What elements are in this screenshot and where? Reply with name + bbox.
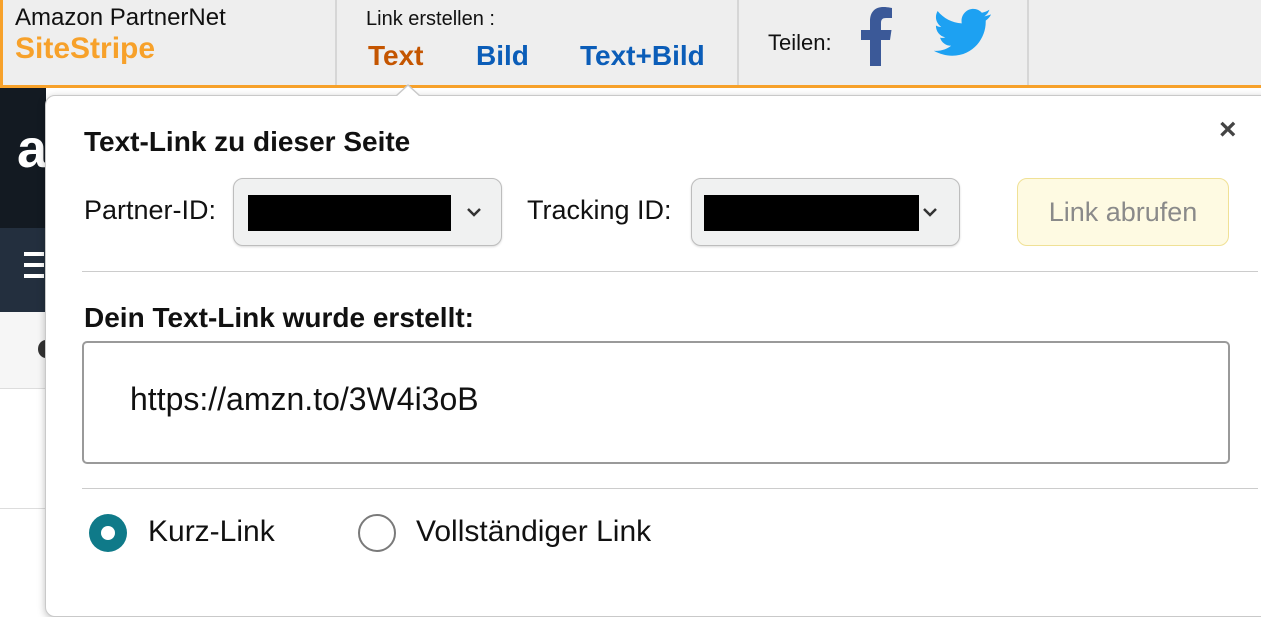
divider bbox=[82, 271, 1258, 272]
get-link-button[interactable]: Link abrufen bbox=[1017, 178, 1229, 246]
share-label: Teilen: bbox=[768, 30, 832, 55]
close-icon[interactable]: × bbox=[1219, 115, 1237, 145]
divider bbox=[335, 0, 337, 85]
divider bbox=[1027, 0, 1029, 85]
create-link-label: Link erstellen : bbox=[366, 8, 495, 30]
partner-id-select[interactable] bbox=[233, 178, 502, 246]
result-heading: Dein Text-Link wurde erstellt: bbox=[84, 302, 474, 333]
short-link-label[interactable]: Kurz-Link bbox=[148, 515, 275, 549]
amazon-logo[interactable]: a bbox=[17, 118, 47, 180]
sitestripe-bar: Amazon PartnerNet SiteStripe Link erstel… bbox=[0, 0, 1261, 88]
redacted-value bbox=[248, 195, 451, 231]
tab-text[interactable]: Text bbox=[368, 40, 424, 72]
divider bbox=[737, 0, 739, 85]
generated-link-textbox[interactable]: https://amzn.to/3W4i3oB bbox=[82, 341, 1230, 464]
stripe-accent-border bbox=[0, 0, 3, 88]
chevron-down-icon bbox=[467, 208, 481, 217]
tracking-id-label: Tracking ID: bbox=[527, 195, 672, 225]
short-link-radio[interactable] bbox=[89, 514, 127, 552]
partner-id-label: Partner-ID: bbox=[84, 195, 217, 225]
redacted-value bbox=[704, 195, 919, 231]
popover-title: Text-Link zu dieser Seite bbox=[84, 126, 411, 157]
tab-text-image[interactable]: Text+Bild bbox=[580, 40, 705, 72]
sitestripe-brand: Amazon PartnerNet SiteStripe bbox=[15, 4, 226, 66]
tracking-id-select[interactable] bbox=[691, 178, 960, 246]
facebook-icon[interactable] bbox=[860, 6, 892, 66]
brand-title: SiteStripe bbox=[15, 32, 156, 65]
tab-image[interactable]: Bild bbox=[476, 40, 529, 72]
divider bbox=[82, 488, 1258, 489]
twitter-icon[interactable] bbox=[934, 8, 992, 58]
hamburger-menu-icon[interactable] bbox=[24, 252, 44, 285]
divider bbox=[0, 508, 46, 509]
brand-subtitle: Amazon PartnerNet bbox=[15, 4, 226, 31]
full-link-label[interactable]: Vollständiger Link bbox=[416, 515, 651, 549]
chevron-down-icon bbox=[923, 208, 937, 217]
full-link-radio[interactable] bbox=[358, 514, 396, 552]
popover-caret-inner bbox=[396, 86, 420, 97]
